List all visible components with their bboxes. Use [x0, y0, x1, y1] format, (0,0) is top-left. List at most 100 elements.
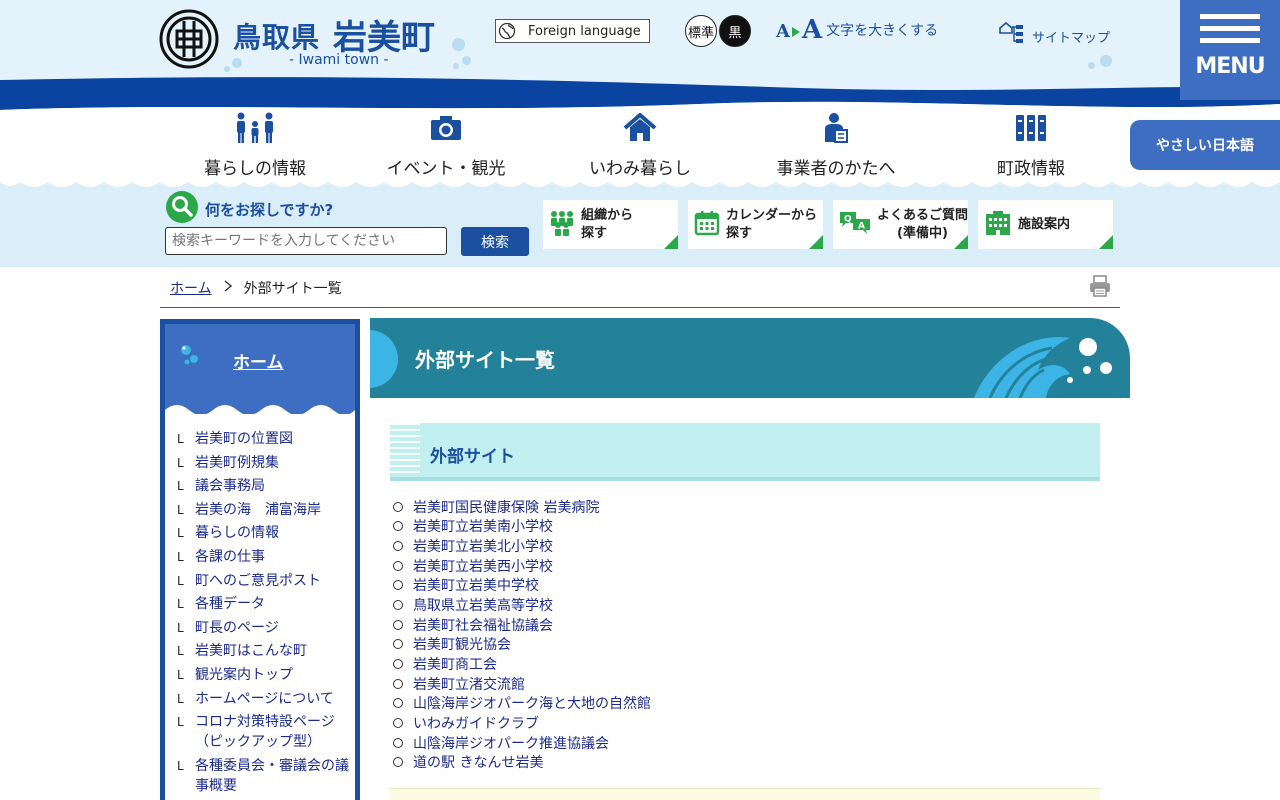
corner-arrow-icon — [1099, 235, 1113, 249]
list-item[interactable]: いわみガイドクラブ — [393, 713, 651, 733]
list-item[interactable]: 岩美町立渚交流館 — [393, 674, 651, 694]
sidebar-item[interactable]: L 各種データ — [177, 594, 357, 614]
sidebar-item[interactable]: L 町長のページ — [177, 618, 357, 638]
prefecture-name[interactable]: 鳥取県 — [233, 16, 320, 56]
sidebar-item[interactable]: L 岩美の海 浦富海岸 — [177, 500, 357, 520]
section-title: 外部サイト — [430, 447, 515, 467]
family-icon — [160, 112, 350, 144]
sidebar-item[interactable]: L 岩美町はこんな町 — [177, 641, 357, 661]
quick-link-calendar[interactable]: カレンダーから 探す — [688, 200, 823, 249]
nav-item-business[interactable]: 事業者のかたへ — [741, 112, 931, 179]
sidebar-item[interactable]: L 岩美町例規集 — [177, 453, 357, 473]
list-item[interactable]: 岩美町社会福祉協議会 — [393, 615, 651, 635]
breadcrumb-home-link[interactable]: ホーム — [170, 278, 212, 298]
binders-icon — [936, 112, 1126, 144]
sidebar-item[interactable]: L 議会事務局 — [177, 476, 357, 496]
circle-bullet-icon — [393, 717, 403, 728]
sidebar-item[interactable]: L 観光案内トップ — [177, 665, 357, 685]
breadcrumb: ホーム 外部サイト一覧 — [170, 278, 342, 298]
globe-icon — [496, 20, 518, 42]
sidebar-item[interactable]: L 岩美町の位置図 — [177, 429, 357, 449]
menu-button[interactable]: MENU — [1180, 0, 1280, 100]
external-links-list: 岩美町国民健康保険 岩美病院 岩美町立岩美南小学校 岩美町立岩美北小学校 岩美町… — [393, 497, 651, 772]
color-standard-button[interactable]: 標準 — [685, 15, 717, 47]
sidebar-item[interactable]: L 暮らしの情報 — [177, 523, 357, 543]
circle-bullet-icon — [393, 600, 403, 611]
nav-label: イベント・観光 — [386, 159, 506, 179]
circle-bullet-icon — [393, 698, 403, 709]
search-heading: 何をお探しですか? — [165, 190, 333, 228]
hamburger-icon — [1200, 26, 1260, 31]
list-item[interactable]: 岩美町立岩美中学校 — [393, 576, 651, 596]
corner-arrow-icon — [809, 235, 823, 249]
list-item[interactable]: 鳥取県立岩美高等学校 — [393, 595, 651, 615]
quick-link-faq[interactable]: QA よくあるご質問 (準備中) — [833, 200, 968, 249]
sidebar-item[interactable]: L 各種委員会・審議会の議事概要 — [177, 756, 357, 796]
town-subtitle: - Iwami town - — [289, 52, 389, 68]
list-item[interactable]: 岩美町立岩美西小学校 — [393, 556, 651, 576]
nav-label: 暮らしの情報 — [204, 159, 306, 179]
nav-item-living-info[interactable]: 暮らしの情報 — [160, 112, 350, 179]
color-black-button[interactable]: 黒 — [719, 15, 751, 47]
print-icon[interactable] — [1089, 275, 1111, 301]
page-title-bar: 外部サイト一覧 — [370, 318, 1130, 398]
easy-japanese-button[interactable]: やさしい日本語 — [1130, 120, 1280, 170]
list-item[interactable]: 岩美町観光協会 — [393, 634, 651, 654]
sidebar-wave-decoration — [165, 405, 355, 416]
foreign-language-label: Foreign language — [528, 23, 641, 39]
nav-label: いわみ暮らし — [589, 159, 691, 179]
list-item[interactable]: 岩美町立岩美北小学校 — [393, 536, 651, 556]
house-icon — [545, 112, 735, 144]
header-wave-decoration — [0, 77, 1280, 112]
circle-bullet-icon — [393, 639, 403, 650]
circle-bullet-icon — [393, 521, 403, 532]
section-header: 外部サイト — [390, 423, 1100, 481]
circle-bullet-icon — [393, 619, 403, 630]
corner-arrow-icon — [664, 235, 678, 249]
sidebar-list: L 岩美町の位置図 L 岩美町例規集 L 議会事務局 L 岩美の海 浦富海岸 L 暮らしの… — [177, 429, 357, 800]
sitemap-label: サイトマップ — [1032, 30, 1111, 46]
nav-label: 町政情報 — [997, 159, 1065, 179]
quick-link-label: 組織から 探す — [581, 207, 634, 241]
sidebar-item[interactable]: L 町へのご意見ポスト — [177, 571, 357, 591]
town-emblem-logo[interactable] — [159, 9, 219, 69]
circle-bullet-icon — [393, 658, 403, 669]
nav-label: 事業者のかたへ — [776, 159, 896, 179]
font-size-icon: A A — [776, 15, 823, 45]
nav-item-town-admin[interactable]: 町政情報 — [936, 112, 1126, 179]
chevron-right-icon — [224, 280, 232, 296]
circle-bullet-icon — [393, 501, 403, 512]
list-item[interactable]: 岩美町商工会 — [393, 654, 651, 674]
wave-icon — [974, 337, 1112, 398]
circle-bullet-icon — [393, 560, 403, 571]
sidebar-item[interactable]: L コロナ対策特設ページ（ピックアップ型） — [177, 712, 357, 752]
sidebar-item[interactable]: L ホームページについて — [177, 689, 357, 709]
list-item[interactable]: 山陰海岸ジオパーク海と大地の自然館 — [393, 693, 651, 713]
search-input[interactable] — [165, 227, 447, 255]
sitemap-link[interactable]: サイトマップ — [998, 21, 1111, 50]
sidebar-home-link[interactable]: ホーム — [233, 348, 284, 373]
magnifier-icon — [165, 190, 199, 228]
quick-link-facilities[interactable]: 施設案内 — [978, 200, 1113, 249]
list-item[interactable]: 道の駅 きなんせ岩美 — [393, 752, 651, 772]
sidebar: ホーム L 岩美町の位置図 L 岩美町例規集 L 議会事務局 L 岩美の海 浦富海岸 L… — [160, 319, 360, 800]
sidebar-item[interactable]: L 各課の仕事 — [177, 547, 357, 567]
list-item[interactable]: 山陰海岸ジオパーク推進協議会 — [393, 733, 651, 753]
building-icon — [984, 210, 1012, 240]
bubble-decoration — [1100, 55, 1112, 67]
calendar-icon — [694, 210, 720, 240]
bubbles-icon — [181, 345, 198, 365]
nav-item-iwami-living[interactable]: いわみ暮らし — [545, 112, 735, 179]
bubble-decoration — [462, 56, 471, 65]
list-item[interactable]: 岩美町立岩美南小学校 — [393, 517, 651, 537]
circle-bullet-icon — [393, 580, 403, 591]
search-button[interactable]: 検索 — [461, 227, 529, 256]
list-item[interactable]: 岩美町国民健康保険 岩美病院 — [393, 497, 651, 517]
nav-item-events-tourism[interactable]: イベント・観光 — [351, 112, 541, 179]
quick-link-organization[interactable]: 組織から 探す — [543, 200, 678, 249]
foreign-language-select[interactable]: Foreign language — [495, 19, 650, 43]
title-circle-decoration — [370, 330, 398, 388]
font-size-button[interactable]: A A 文字を大きくする — [776, 15, 938, 45]
global-nav: 暮らしの情報 イベント・観光 いわみ暮らし 事業者のかたへ 町政情報 — [0, 112, 1280, 187]
stripes-decoration — [390, 423, 420, 477]
